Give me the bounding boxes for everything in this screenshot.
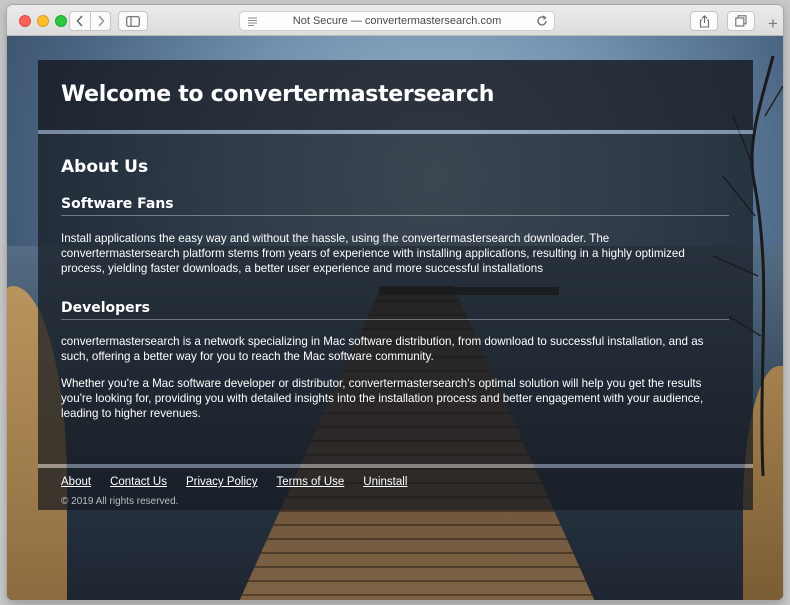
footer-links: About Contact Us Privacy Policy Terms of… (61, 476, 426, 488)
browser-toolbar: Not Secure — convertermastersearch.com + (7, 5, 783, 36)
chevron-right-icon (97, 15, 105, 27)
copyright: © 2019 All rights reserved. (61, 496, 179, 507)
browser-window: Not Secure — convertermastersearch.com +… (7, 5, 783, 600)
reload-icon[interactable] (536, 15, 548, 27)
footer-link-uninstall[interactable]: Uninstall (363, 476, 407, 488)
back-button[interactable] (70, 12, 90, 30)
section-heading-developers: Developers (61, 300, 729, 320)
developers-paragraph-1: convertermastersearch is a network speci… (61, 335, 704, 363)
footer: About Contact Us Privacy Policy Terms of… (38, 468, 753, 510)
new-tab-button[interactable]: + (763, 11, 783, 36)
reader-icon[interactable] (247, 16, 258, 27)
minimize-window-button[interactable] (37, 15, 49, 27)
sidebar-icon (126, 15, 140, 27)
sidebar-button[interactable] (118, 11, 148, 31)
footer-link-about[interactable]: About (61, 476, 91, 488)
hero-banner: Welcome to convertermastersearch (38, 60, 753, 130)
tabs-overview-button[interactable] (727, 11, 755, 31)
close-window-button[interactable] (19, 15, 31, 27)
footer-link-terms-of-use[interactable]: Terms of Use (277, 476, 345, 488)
tabs-icon (735, 15, 747, 27)
about-heading: About Us (61, 157, 149, 177)
address-text: Not Secure — convertermastersearch.com (292, 15, 502, 27)
navigation-buttons (69, 11, 111, 31)
page-title: Welcome to convertermastersearch (61, 82, 495, 107)
forward-button[interactable] (90, 12, 110, 30)
share-button[interactable] (690, 11, 718, 31)
footer-link-privacy-policy[interactable]: Privacy Policy (186, 476, 258, 488)
section-heading-software-fans: Software Fans (61, 196, 729, 216)
developers-paragraph-2: Whether you're a Mac software developer … (61, 377, 704, 420)
footer-link-contact-us[interactable]: Contact Us (110, 476, 167, 488)
zoom-window-button[interactable] (55, 15, 67, 27)
webpage: Welcome to convertermastersearch About U… (7, 36, 783, 600)
software-fans-paragraph: Install applications the easy way and wi… (61, 232, 685, 275)
address-bar[interactable]: Not Secure — convertermastersearch.com (239, 11, 555, 31)
content-panel: Welcome to convertermastersearch About U… (38, 60, 753, 510)
chevron-left-icon (76, 15, 83, 27)
share-icon (699, 14, 709, 28)
about-section: About Us Software Fans Install applicati… (38, 134, 753, 464)
